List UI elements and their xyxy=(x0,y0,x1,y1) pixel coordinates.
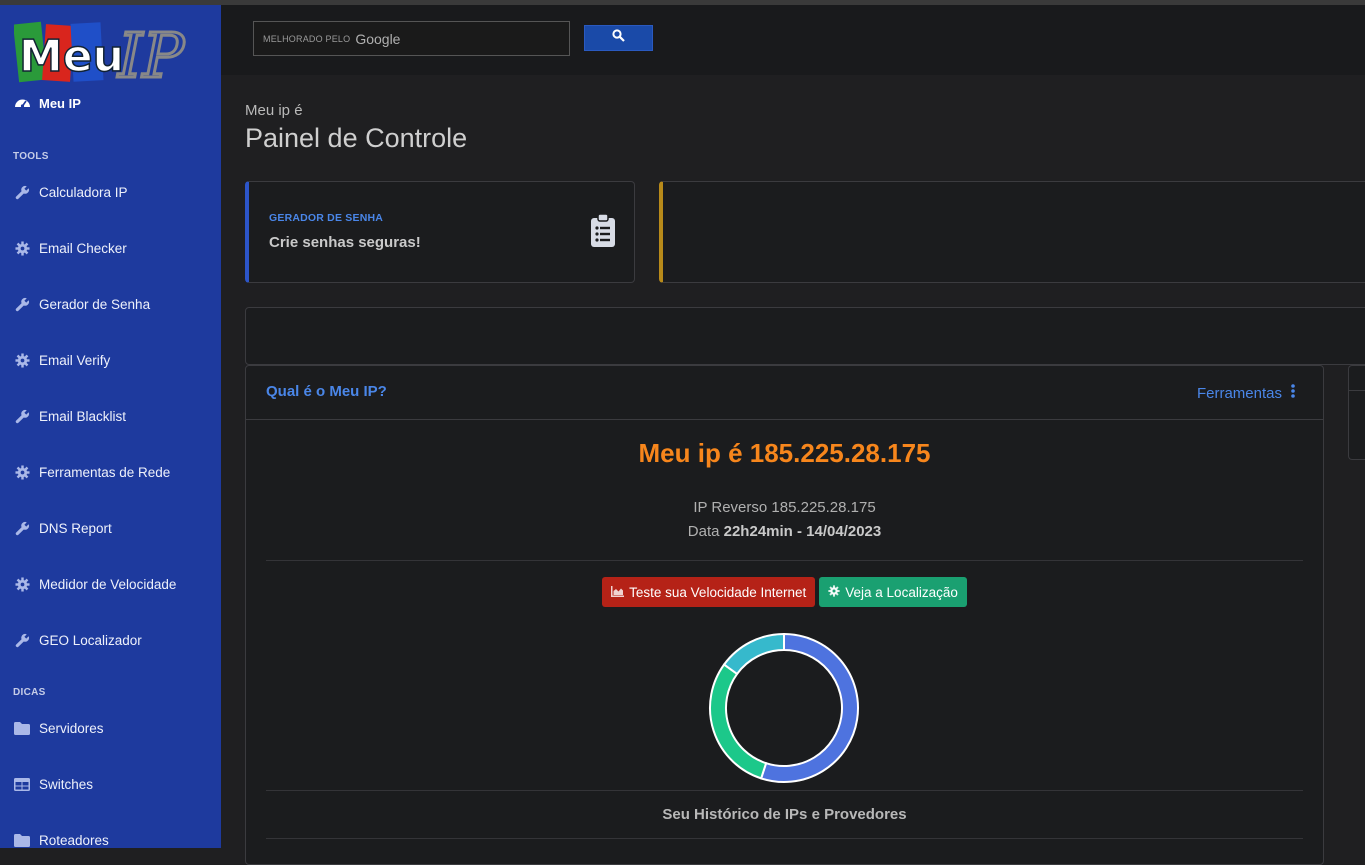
page-subtitle: Meu ip é xyxy=(245,102,303,119)
main-content: Meu ip é Painel de Controle GERADOR DE S… xyxy=(221,75,1365,865)
reverse-ip-text: IP Reverso 185.225.28.175 xyxy=(693,499,876,516)
logo-text-ip: IP xyxy=(117,19,185,89)
date-text: Data 22h24min - 14/04/2023 xyxy=(246,523,1323,540)
sidebar-item-label: Email Blacklist xyxy=(39,408,127,424)
sidebar-item-label: Gerador de Senha xyxy=(39,296,151,312)
sidebar-item-roteadores[interactable]: Roteadores xyxy=(14,830,109,850)
area-chart-icon xyxy=(611,585,625,600)
sidebar-item-label: Roteadores xyxy=(39,832,109,848)
panel-title: Qual é o Meu IP? xyxy=(266,383,387,400)
dashboard-gauge-icon xyxy=(14,95,31,111)
sidebar: Meu IP Meu IP TOOLS Calculadora IP Email… xyxy=(0,5,221,848)
section-heading-tools: TOOLS xyxy=(13,151,49,162)
sidebar-item-medidor-de-velocidade[interactable]: Medidor de Velocidade xyxy=(14,574,176,594)
date-value: 22h24min - 14/04/2023 xyxy=(723,523,882,540)
my-ip-panel: Qual é o Meu IP? Ferramentas Meu ip é 18… xyxy=(245,365,1324,865)
password-generator-card[interactable]: GERADOR DE SENHA Crie senhas seguras! xyxy=(245,181,635,283)
sidebar-item-label: Switches xyxy=(39,776,94,792)
folder-icon xyxy=(14,832,30,848)
ip-address-heading: Meu ip é 185.225.28.175 xyxy=(638,438,931,468)
sidebar-item-label: GEO Localizador xyxy=(39,632,142,648)
sidebar-item-switches[interactable]: Switches xyxy=(14,774,93,794)
history-heading: Seu Histórico de IPs e Provedores xyxy=(662,806,907,823)
sidebar-item-label: Ferramentas de Rede xyxy=(39,464,171,480)
gear-icon xyxy=(14,240,30,256)
sidebar-item-label: Email Verify xyxy=(39,352,111,368)
sidebar-item-label: Email Checker xyxy=(39,240,127,256)
info-card-empty xyxy=(659,181,1365,283)
sidebar-item-email-checker[interactable]: Email Checker xyxy=(14,238,127,258)
wrench-icon xyxy=(14,520,30,536)
date-prefix: Data xyxy=(687,523,720,540)
sidebar-item-geo-localizador[interactable]: GEO Localizador xyxy=(14,630,142,650)
donut-slice-blue xyxy=(759,632,859,783)
gear-icon xyxy=(14,352,30,368)
card-text: Crie senhas seguras! xyxy=(269,234,421,251)
wrench-icon xyxy=(14,632,30,648)
location-label: Veja a Localização xyxy=(845,584,958,600)
gear-icon xyxy=(14,576,30,592)
donut-slice-cyan xyxy=(722,632,785,676)
folder-icon xyxy=(14,720,30,736)
sidebar-item-ferramentas-de-rede[interactable]: Ferramentas de Rede xyxy=(14,462,170,482)
sidebar-item-email-blacklist[interactable]: Email Blacklist xyxy=(14,406,126,426)
nav-meu-ip[interactable]: Meu IP xyxy=(14,95,81,111)
sidebar-item-calculadora-ip[interactable]: Calculadora IP xyxy=(14,182,128,202)
divider xyxy=(266,838,1303,839)
vertical-ellipsis-icon xyxy=(1291,384,1295,402)
sidebar-item-servidores[interactable]: Servidores xyxy=(14,718,104,738)
search-input[interactable]: MELHORADO PELO Google xyxy=(253,21,570,56)
section-heading-dicas: DICAS xyxy=(13,687,46,698)
sidebar-item-gerador-de-senha[interactable]: Gerador de Senha xyxy=(14,294,150,314)
table-icon xyxy=(14,776,30,792)
card-label: GERADOR DE SENHA xyxy=(269,212,384,224)
nav-meu-ip-label: Meu IP xyxy=(39,95,81,111)
site-logo[interactable]: Meu IP xyxy=(13,13,214,94)
sidebar-item-label: Servidores xyxy=(39,720,104,736)
sidebar-item-label: Medidor de Velocidade xyxy=(39,576,177,592)
gear-icon xyxy=(828,584,840,600)
speed-test-button[interactable]: Teste sua Velocidade Internet xyxy=(602,577,816,607)
logo-text-meu: Meu xyxy=(19,31,124,82)
divider xyxy=(266,560,1303,561)
ip-donut-chart xyxy=(709,632,859,783)
wrench-icon xyxy=(14,408,30,424)
sidebar-item-label: DNS Report xyxy=(39,520,112,536)
divider xyxy=(266,790,1303,791)
sidebar-item-email-verify[interactable]: Email Verify xyxy=(14,350,110,370)
tools-dropdown-label: Ferramentas xyxy=(1196,384,1282,402)
speed-test-label: Teste sua Velocidade Internet xyxy=(629,584,807,600)
search-watermark-brand: Google xyxy=(355,30,401,47)
search-button[interactable] xyxy=(584,25,653,51)
clipboard-list-icon xyxy=(590,213,616,253)
wrench-icon xyxy=(14,296,30,312)
donut-slice-green xyxy=(709,663,768,780)
gear-icon xyxy=(14,464,30,480)
sidebar-item-label: Calculadora IP xyxy=(39,184,128,200)
top-bar: MELHORADO PELO Google xyxy=(221,5,1365,75)
search-watermark-prefix: MELHORADO PELO xyxy=(263,33,351,44)
action-buttons: Teste sua Velocidade Internet Veja a Loc… xyxy=(246,577,1323,607)
page-title: Painel de Controle xyxy=(245,123,468,153)
ad-banner-slot xyxy=(245,307,1365,365)
wrench-icon xyxy=(14,184,30,200)
panel-header: Qual é o Meu IP? Ferramentas xyxy=(246,366,1323,420)
location-button[interactable]: Veja a Localização xyxy=(819,577,967,607)
secondary-panel-edge xyxy=(1348,365,1365,460)
search-icon xyxy=(612,29,625,47)
sidebar-item-dns-report[interactable]: DNS Report xyxy=(14,518,112,538)
tools-dropdown-toggle[interactable]: Ferramentas xyxy=(1197,384,1295,402)
